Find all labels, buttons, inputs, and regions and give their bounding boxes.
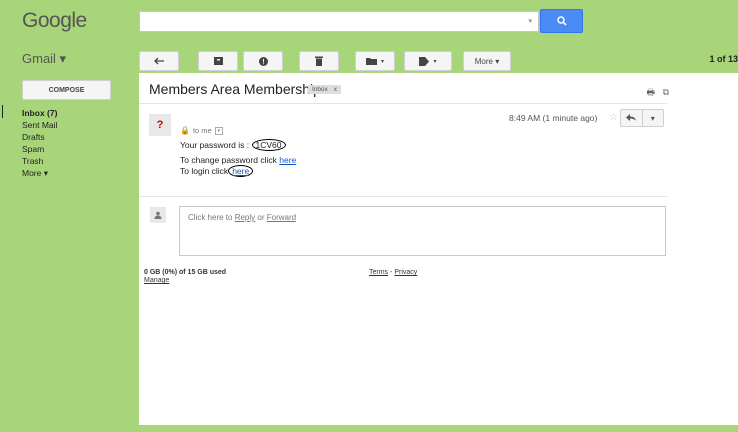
login-link[interactable]: here: [228, 165, 254, 177]
more-options-icon[interactable]: ▾: [643, 114, 664, 123]
change-password-text: To change password click: [180, 155, 277, 165]
page-count: 1 of 13: [709, 54, 738, 64]
report-spam-icon: [258, 56, 268, 66]
sidebar-item-more[interactable]: More ▾: [22, 167, 57, 179]
reply-or: or: [257, 213, 265, 222]
terms-link[interactable]: Terms: [369, 269, 388, 276]
more-button[interactable]: More ▾: [463, 51, 511, 71]
star-icon[interactable]: ☆: [609, 112, 618, 123]
report-spam-button[interactable]: [243, 51, 283, 71]
show-details-icon[interactable]: ▾: [214, 126, 223, 135]
reply-link[interactable]: Reply: [235, 213, 255, 222]
password-value: 1CV60: [251, 139, 286, 151]
search-options-icon[interactable]: ▾: [528, 17, 532, 25]
remove-label-icon[interactable]: x: [334, 86, 337, 93]
search-button[interactable]: [540, 9, 583, 33]
labels-button[interactable]: ▾: [404, 51, 452, 71]
login-line: To login click here: [180, 165, 296, 177]
footer-links: Terms - Privacy: [369, 269, 417, 276]
reply-box[interactable]: Click here to Reply or Forward: [179, 206, 666, 256]
sidebar-item-sent-mail[interactable]: Sent Mail: [22, 119, 57, 131]
sender-avatar: ?: [149, 114, 171, 136]
inbox-label-badge: Inbox x: [308, 85, 341, 94]
message-time: 8:49 AM (1 minute ago): [509, 113, 598, 123]
new-window-icon[interactable]: ⧉: [663, 87, 669, 97]
user-avatar-icon: [150, 207, 166, 223]
privacy-link[interactable]: Privacy: [394, 269, 417, 276]
compose-button[interactable]: COMPOSE: [22, 80, 111, 100]
search-icon: [556, 16, 567, 26]
print-icon[interactable]: 🖶: [647, 87, 656, 97]
label-icon: [419, 56, 430, 66]
footer-dash: -: [390, 269, 393, 276]
reply-icon[interactable]: [621, 113, 642, 123]
chevron-down-icon: ▾: [433, 58, 437, 65]
sidebar-item-trash[interactable]: Trash: [22, 155, 57, 167]
sidebar-nav: Inbox (7) Sent Mail Drafts Spam Trash Mo…: [22, 107, 57, 179]
subject-actions: 🖶 ⧉: [647, 85, 669, 101]
message-body: Your password is : 1CV60 To change passw…: [180, 139, 296, 177]
search-input[interactable]: ▾: [139, 11, 539, 32]
sidebar-item-drafts[interactable]: Drafts: [22, 131, 57, 143]
move-to-button[interactable]: ▾: [355, 51, 395, 71]
reply-prompt: Click here to Reply or Forward: [188, 213, 296, 222]
message-subject: Members Area Membership: [149, 81, 321, 97]
lock-icon: 🔒: [180, 126, 190, 135]
recipient-line: 🔒 to me ▾: [180, 126, 223, 135]
folder-icon: [365, 58, 377, 65]
forward-link[interactable]: Forward: [267, 213, 296, 222]
google-logo[interactable]: Google: [22, 9, 87, 33]
sidebar-item-spam[interactable]: Spam: [22, 143, 57, 155]
change-password-link[interactable]: here: [279, 155, 296, 165]
manage-link[interactable]: Manage: [144, 277, 169, 284]
trash-icon: [315, 56, 323, 66]
recipient-text: to me: [192, 126, 212, 135]
login-text: To login click: [180, 166, 229, 176]
gmail-menu[interactable]: Gmail ▾: [22, 51, 66, 67]
message-panel: Members Area Membership Inbox x 🖶 ⧉ ? 🔒 …: [139, 73, 738, 425]
text-cursor: [2, 105, 3, 118]
delete-button[interactable]: [299, 51, 339, 71]
back-arrow-icon: [153, 57, 164, 65]
chevron-down-icon: ▾: [380, 58, 384, 65]
sidebar-item-inbox[interactable]: Inbox (7): [22, 107, 57, 119]
divider: [139, 196, 667, 197]
divider: [139, 103, 667, 104]
archive-button[interactable]: [198, 51, 238, 71]
back-button[interactable]: [139, 51, 179, 71]
label-text: Inbox: [312, 86, 328, 93]
password-line: Your password is : 1CV60: [180, 139, 296, 151]
reply-prefix: Click here to: [188, 213, 233, 222]
reply-button-group: ▾: [620, 109, 664, 127]
storage-quota: 0 GB (0%) of 15 GB used: [144, 269, 227, 276]
password-prefix: Your password is :: [180, 140, 250, 150]
archive-icon: [213, 57, 223, 65]
